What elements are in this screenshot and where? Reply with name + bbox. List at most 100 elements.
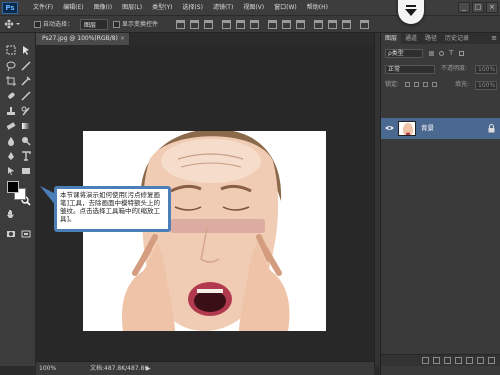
menu-bar: Ps 文件(F) 编辑(E) 图像(I) 图层(L) 类型(Y) 选择(S) 滤… (0, 0, 500, 16)
layers-panel: 图层 通道 路径 历史记录 ≡ ρ类型 T 正常 不透明度: 100% 锁定: … (380, 33, 500, 375)
marquee-tool-icon[interactable] (5, 45, 17, 57)
menu-items: 文件(F) 编辑(E) 图像(I) 图层(L) 类型(Y) 选择(S) 滤镜(T… (28, 0, 333, 16)
distribute-right-icon[interactable] (342, 20, 351, 29)
menu-help[interactable]: 帮助(H) (302, 0, 333, 16)
spot-healing-brush-tool-icon[interactable] (5, 91, 17, 103)
lock-transparent-icon[interactable] (405, 82, 410, 87)
rectangle-tool-icon[interactable] (20, 166, 32, 178)
type-tool-icon[interactable] (20, 151, 32, 163)
hand-tool-icon[interactable] (5, 209, 17, 221)
screen-mode-icon[interactable] (20, 229, 32, 241)
new-group-icon[interactable] (466, 357, 473, 364)
distribute-bottom-icon[interactable] (296, 20, 305, 29)
pen-tool-icon[interactable] (5, 151, 17, 163)
tab-channels[interactable]: 通道 (401, 33, 421, 44)
crop-tool-icon[interactable] (5, 76, 17, 88)
lock-pixels-icon[interactable] (414, 82, 419, 87)
path-selection-tool-icon[interactable] (5, 166, 17, 178)
layer-kind-filter[interactable]: ρ类型 (385, 49, 423, 58)
menu-edit[interactable]: 编辑(E) (58, 0, 88, 16)
maximize-button[interactable]: □ (472, 2, 484, 13)
eyedropper-tool-icon[interactable] (20, 76, 32, 88)
window-controls: _ □ × (458, 2, 498, 13)
menu-image[interactable]: 图像(I) (89, 0, 117, 16)
menu-layer[interactable]: 图层(L) (117, 0, 147, 16)
layer-row-background[interactable]: 背景 (381, 118, 500, 139)
lock-position-icon[interactable] (423, 82, 428, 87)
menu-filter[interactable]: 滤镜(T) (208, 0, 238, 16)
lock-fill-row: 锁定: 填充: 100% (381, 78, 500, 92)
document-info: 文档:487.8K/487.8K (90, 365, 149, 372)
dodge-tool-icon[interactable] (20, 136, 32, 148)
document-tab[interactable]: Ps27.jpg @ 100%(RGB/8) × (36, 33, 130, 45)
layers-panel-footer (381, 354, 500, 366)
tab-layers[interactable]: 图层 (381, 33, 402, 44)
move-tool-preset-icon[interactable] (4, 19, 20, 30)
minimize-button[interactable]: _ (458, 2, 470, 13)
adjustment-layer-icon[interactable] (455, 357, 462, 364)
new-layer-icon[interactable] (477, 357, 484, 364)
show-transform-checkbox[interactable] (113, 21, 120, 28)
close-button[interactable]: × (486, 2, 498, 13)
tab-paths[interactable]: 路径 (421, 33, 441, 44)
panel-menu-icon[interactable]: ≡ (491, 33, 497, 44)
blur-tool-icon[interactable] (5, 136, 17, 148)
menu-file[interactable]: 文件(F) (28, 0, 58, 16)
distribute-top-icon[interactable] (268, 20, 277, 29)
brush-tool-icon[interactable] (20, 91, 32, 103)
tools-panel (0, 33, 36, 366)
history-brush-tool-icon[interactable] (20, 106, 32, 118)
auto-select-target-dropdown[interactable]: 图层 (80, 19, 108, 30)
filter-type-icon[interactable]: T (449, 49, 453, 58)
fill-label: 填充: (455, 81, 470, 88)
filter-adjustment-icon[interactable] (439, 51, 444, 56)
distribute-left-icon[interactable] (314, 20, 323, 29)
layer-filter-row: ρ类型 T (381, 46, 500, 60)
align-top-icon[interactable] (176, 20, 185, 29)
status-menu-arrow-icon[interactable]: ▶ (146, 362, 151, 375)
show-transform-option[interactable]: 显示变换控件 (113, 19, 158, 30)
lock-all-icon[interactable] (432, 82, 437, 87)
fill-value[interactable]: 100% (475, 81, 497, 90)
align-hcenter-icon[interactable] (236, 20, 245, 29)
opacity-value[interactable]: 100% (475, 65, 497, 74)
tab-history[interactable]: 历史记录 (441, 33, 473, 44)
zoom-level[interactable]: 100% (39, 362, 56, 375)
align-vcenter-icon[interactable] (190, 20, 199, 29)
photoshop-logo: Ps (2, 2, 18, 14)
gradient-tool-icon[interactable] (20, 121, 32, 133)
menu-type[interactable]: 类型(Y) (147, 0, 177, 16)
menu-window[interactable]: 窗口(W) (269, 0, 302, 16)
chevron-down-icon (405, 5, 417, 16)
distribute-vcenter-icon[interactable] (282, 20, 291, 29)
menu-view[interactable]: 视图(V) (238, 0, 269, 16)
eraser-tool-icon[interactable] (5, 121, 17, 133)
close-document-icon[interactable]: × (120, 33, 125, 45)
clone-stamp-tool-icon[interactable] (5, 106, 17, 118)
distribute-hcenter-icon[interactable] (328, 20, 337, 29)
lasso-tool-icon[interactable] (5, 61, 17, 73)
layer-lock-icon (488, 124, 495, 133)
filter-shape-icon[interactable] (459, 51, 464, 56)
align-left-icon[interactable] (222, 20, 231, 29)
align-bottom-icon[interactable] (204, 20, 213, 29)
move-tool-icon[interactable] (20, 45, 32, 57)
quick-selection-tool-icon[interactable] (20, 61, 32, 73)
filter-pixel-icon[interactable] (429, 51, 434, 56)
layer-style-icon[interactable] (433, 357, 440, 364)
link-layers-icon[interactable] (422, 357, 429, 364)
auto-select-checkbox[interactable] (34, 21, 41, 28)
add-mask-icon[interactable] (444, 357, 451, 364)
layers-panel-tabs: 图层 通道 路径 历史记录 ≡ (381, 33, 500, 44)
menu-select[interactable]: 选择(S) (177, 0, 208, 16)
foreground-color-swatch[interactable] (7, 181, 19, 193)
layer-name[interactable]: 背景 (421, 118, 434, 139)
quick-mask-icon[interactable] (5, 229, 17, 241)
visibility-eye-icon[interactable] (385, 125, 394, 131)
blend-mode-dropdown[interactable]: 正常 (385, 65, 435, 74)
align-right-icon[interactable] (250, 20, 259, 29)
auto-select-option[interactable]: 自动选择： (34, 19, 73, 30)
delete-layer-icon[interactable] (488, 357, 495, 364)
options-bar: 自动选择： 图层 显示变换控件 (0, 16, 500, 33)
auto-align-icon[interactable] (360, 20, 369, 29)
